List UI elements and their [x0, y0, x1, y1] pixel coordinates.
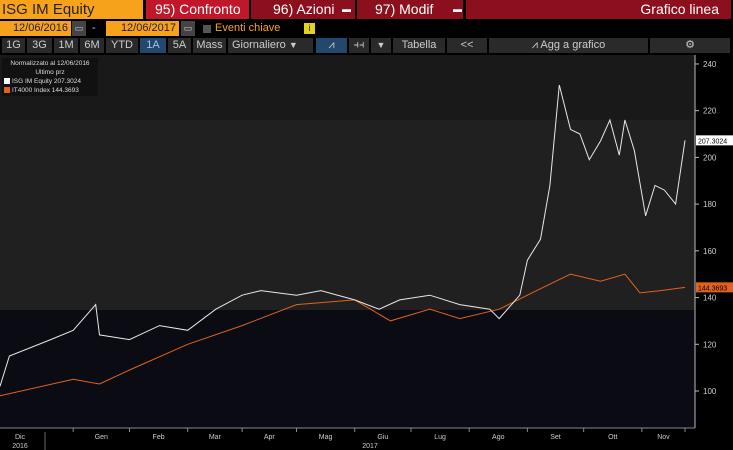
actions-dropdown-icon[interactable]: ▬	[342, 0, 354, 19]
actions-button[interactable]: 96) Azioni	[251, 0, 355, 19]
end-calendar-icon[interactable]: ▭	[181, 21, 195, 36]
x-tick-label: Feb	[153, 434, 165, 441]
last-value-label: 207.3024	[698, 138, 727, 145]
modify-dropdown-icon[interactable]: ▬	[453, 0, 463, 19]
legend-item-it4000: IT4000 Index 144.3693	[4, 86, 96, 95]
period-button-ytd[interactable]: YTD	[106, 38, 138, 53]
end-date-field[interactable]: 12/06/2017	[106, 21, 179, 36]
collapse-button[interactable]: <<	[447, 38, 487, 53]
x-tick-label: Ago	[492, 434, 505, 441]
candlestick-icon[interactable]: ⫞⫞	[349, 38, 369, 53]
legend-label-it4000: IT4000 Index 144.3693	[12, 87, 79, 94]
period-button-1m[interactable]: 1M	[54, 38, 78, 53]
x-year-label: 2017	[362, 443, 378, 450]
plot-band-middle	[0, 120, 695, 310]
add-to-chart-label: Agg a grafico	[540, 39, 606, 51]
x-tick-label: Apr	[264, 434, 276, 441]
y-tick-label: 200	[703, 153, 717, 162]
start-date-field[interactable]: 12/06/2016	[0, 21, 71, 36]
x-year-label: 2016	[12, 443, 28, 450]
compare-button[interactable]: 95) Confronto	[146, 0, 249, 19]
legend-label-isg: ISG IM Equity 207.3024	[12, 78, 82, 85]
period-button-3g[interactable]: 3G	[27, 38, 52, 53]
y-tick-label: 160	[703, 247, 717, 256]
x-tick-label: Dic	[15, 434, 26, 441]
period-button-5a[interactable]: 5A	[168, 38, 191, 53]
chevron-down-icon: ▼	[288, 40, 298, 50]
x-tick-label: Mar	[209, 434, 222, 441]
date-separator: -	[92, 22, 96, 34]
x-tick-label: Giu	[377, 434, 388, 441]
x-tick-label: Gen	[95, 434, 108, 441]
frequency-dropdown[interactable]: Giornaliero ▼	[228, 38, 313, 53]
plot-band-top	[0, 55, 695, 120]
plot-band-bottom	[0, 310, 695, 428]
legend-item-isg: ISG IM Equity 207.3024	[4, 77, 96, 86]
frequency-label: Giornaliero	[232, 39, 286, 51]
y-tick-label: 240	[703, 60, 717, 69]
x-tick-label: Lug	[434, 434, 446, 441]
x-tick-label: Mag	[319, 434, 333, 441]
events-label: Eventi chiave	[215, 22, 281, 34]
y-tick-label: 140	[703, 294, 717, 303]
events-checkbox[interactable]	[203, 25, 211, 33]
x-tick-label: Ott	[608, 434, 617, 441]
x-tick-label: Set	[550, 434, 561, 441]
legend-title: Normalizzato al 12/06/2016	[10, 60, 90, 67]
start-calendar-icon[interactable]: ▭	[72, 21, 86, 36]
price-chart[interactable]: 100 120 140 160 180 200 220 240 Dic Gen Feb Mar Apr M…	[0, 55, 733, 450]
period-button-6m[interactable]: 6M	[80, 38, 104, 53]
ticker-field[interactable]: ISG IM Equity	[0, 0, 143, 19]
y-tick-label: 120	[703, 340, 717, 349]
x-tick-label: Nov	[657, 434, 670, 441]
period-button-1a[interactable]: 1A	[140, 38, 166, 53]
last-value-label: 144.3693	[698, 285, 727, 292]
add-to-chart-button[interactable]: ⩘ Agg a grafico	[489, 38, 648, 53]
info-icon[interactable]: i	[304, 23, 315, 34]
modify-button[interactable]: 97) Modif	[357, 0, 463, 19]
chart-legend: Normalizzato al 12/06/2016 Ultimo prz IS…	[2, 58, 98, 96]
settings-gear-icon[interactable]: ⚙	[650, 38, 730, 53]
y-tick-label: 220	[703, 107, 717, 116]
period-button-1g[interactable]: 1G	[2, 38, 25, 53]
chart-type-title[interactable]: Grafico linea	[466, 0, 731, 19]
table-button[interactable]: Tabella	[393, 38, 445, 53]
legend-swatch-isg	[4, 78, 10, 85]
legend-swatch-it4000	[4, 87, 10, 94]
chart-style-dropdown-icon[interactable]: ▼	[371, 38, 391, 53]
y-tick-label: 100	[703, 387, 717, 396]
y-tick-label: 180	[703, 200, 717, 209]
legend-subtitle: Ultimo prz	[35, 69, 65, 76]
line-chart-button[interactable]: ⩘	[316, 38, 347, 53]
period-button-mass[interactable]: Mass	[193, 38, 226, 53]
